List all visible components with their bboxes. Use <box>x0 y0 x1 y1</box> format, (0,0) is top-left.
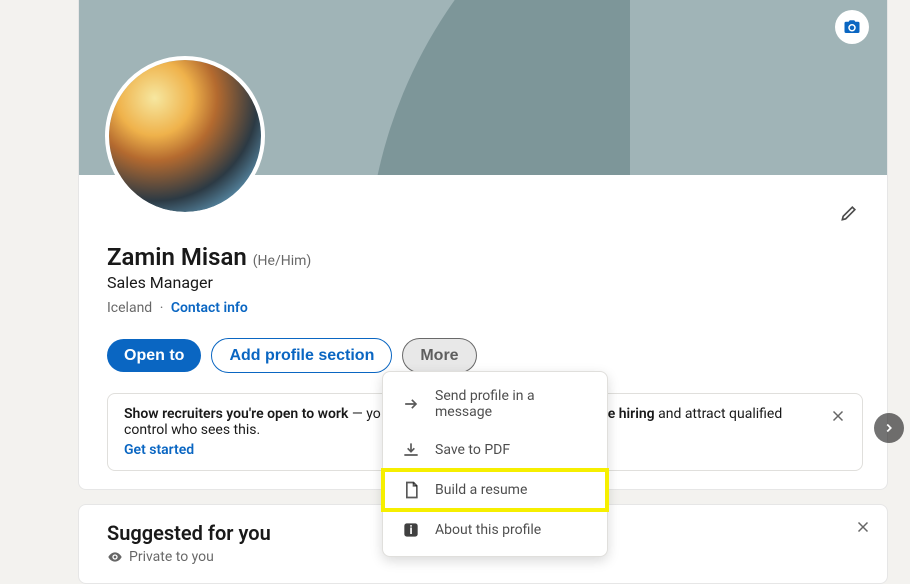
close-icon[interactable] <box>851 515 875 539</box>
menu-build-resume-label: Build a resume <box>435 482 527 498</box>
eye-icon <box>107 549 123 565</box>
profile-avatar[interactable] <box>105 56 265 216</box>
open-to-button[interactable]: Open to <box>107 339 201 372</box>
more-dropdown: Send profile in a message Save to PDF Bu… <box>382 371 608 557</box>
menu-build-resume[interactable]: Build a resume <box>383 470 607 510</box>
arrow-right-icon <box>401 394 421 414</box>
profile-pronouns: (He/Him) <box>253 253 312 269</box>
carousel-next-button[interactable] <box>874 413 904 443</box>
location-row: Iceland · Contact info <box>107 300 859 316</box>
menu-save-pdf[interactable]: Save to PDF <box>383 430 607 470</box>
close-icon[interactable] <box>826 404 850 428</box>
profile-title: Sales Manager <box>107 273 859 292</box>
menu-send-label: Send profile in a message <box>435 388 589 420</box>
menu-save-pdf-label: Save to PDF <box>435 442 510 458</box>
edit-icon[interactable] <box>831 195 867 231</box>
location-text: Iceland <box>107 300 152 316</box>
menu-about-label: About this profile <box>435 522 541 538</box>
get-started-link[interactable]: Get started <box>124 442 194 458</box>
download-icon <box>401 440 421 460</box>
info-icon: i <box>401 520 421 540</box>
document-icon <box>401 480 421 500</box>
contact-info-link[interactable]: Contact info <box>171 300 248 316</box>
svg-text:i: i <box>409 523 412 537</box>
menu-about-profile[interactable]: i About this profile <box>383 510 607 550</box>
add-profile-section-button[interactable]: Add profile section <box>211 338 392 373</box>
menu-send-profile[interactable]: Send profile in a message <box>383 378 607 430</box>
private-label: Private to you <box>129 549 214 565</box>
camera-icon[interactable] <box>835 10 869 44</box>
more-button[interactable]: More <box>402 338 476 373</box>
profile-name: Zamin Misan <box>107 243 247 271</box>
open-card-lead-strong: Show recruiters you're open to work <box>124 406 348 422</box>
